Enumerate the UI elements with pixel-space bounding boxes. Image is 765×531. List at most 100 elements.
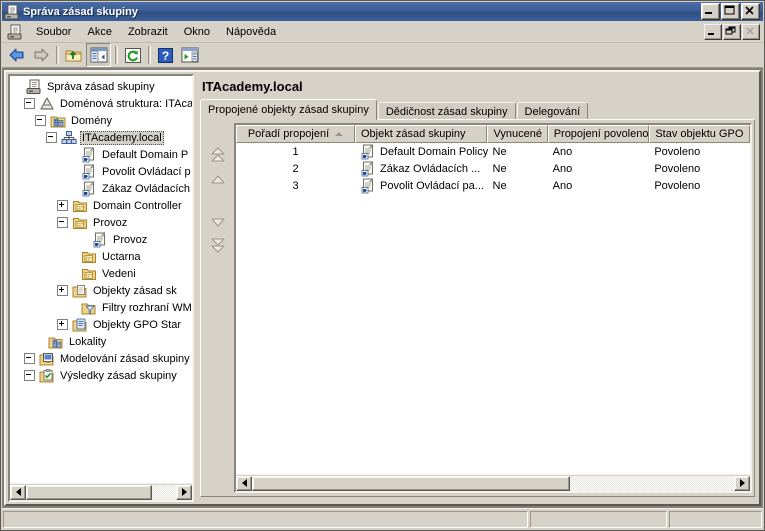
child-minimize-button[interactable] (704, 24, 722, 40)
toolbar-separator (56, 46, 59, 64)
ou-folder-icon (72, 198, 88, 214)
tree-node[interactable]: Povolit Ovládací p (10, 163, 192, 180)
tree-node-label: Vedeni (102, 267, 136, 280)
tree-horizontal-scrollbar[interactable] (10, 483, 192, 500)
linked-gpos-list[interactable]: Pořadí propojení Objekt zásad skupiny Vynu… (234, 123, 752, 493)
tree-node[interactable]: Doménová struktura: ITAcade (10, 95, 192, 112)
column-header[interactable]: Objekt zásad skupiny (355, 125, 488, 143)
table-row[interactable]: 1 Default Domain Policy Ne Ano Povoleno (236, 143, 750, 160)
menu-napoveda[interactable]: Nápověda (218, 24, 284, 40)
move-link-up-button[interactable] (208, 171, 228, 188)
up-one-level-button[interactable] (62, 44, 85, 66)
menu-akce[interactable]: Akce (79, 24, 119, 40)
gpo-link-icon (81, 163, 97, 180)
gpmc-console-icon (7, 24, 23, 40)
list-horizontal-scrollbar[interactable] (236, 474, 750, 491)
tree-scroll-left-button[interactable] (10, 484, 26, 500)
tab-linked-gpos[interactable]: Propojené objekty zásad skupiny (200, 99, 377, 120)
tree-node-label: Lokality (69, 335, 107, 348)
collapse-icon[interactable] (24, 370, 35, 381)
console-tree[interactable]: Správa zásad skupiny Doménová struktura: … (10, 76, 192, 483)
tree-node[interactable]: Objekty zásad sk (10, 282, 192, 299)
tree-node-label: Zákaz Ovládacích (102, 182, 191, 195)
move-link-to-bottom-button[interactable] (208, 237, 228, 254)
move-link-to-top-button[interactable] (208, 147, 228, 164)
collapse-icon[interactable] (24, 353, 35, 364)
tree-node[interactable]: Default Domain P (10, 146, 192, 163)
expand-icon[interactable] (57, 285, 68, 296)
tree-scroll-thumb[interactable] (26, 484, 152, 500)
tree-node-label: Modelování zásad skupiny (60, 352, 190, 365)
cell-link-order-text: 3 (292, 179, 299, 192)
domains-icon (50, 113, 66, 129)
tree-node[interactable]: Modelování zásad skupiny (10, 350, 192, 367)
tree-node[interactable]: Vedeni (10, 265, 192, 282)
tree-node[interactable]: ITAcademy.local (10, 129, 192, 146)
column-header[interactable]: Vynucené (487, 125, 548, 143)
tree-node[interactable]: Filtry rozhraní WM (10, 299, 192, 316)
table-row[interactable]: 2 Zákaz Ovládacích ... Ne Ano Povoleno (236, 160, 750, 177)
column-header-label: Objekt zásad skupiny (361, 128, 466, 140)
cell-enforced: Ne (488, 143, 548, 160)
tree-node[interactable]: Uctarna (10, 248, 192, 265)
tree-node-label: Objekty GPO Star (93, 318, 182, 331)
tree-node[interactable]: Zákaz Ovládacích (10, 180, 192, 197)
collapse-icon[interactable] (35, 115, 46, 126)
child-close-button[interactable] (742, 24, 760, 40)
tree-node[interactable]: Správa zásad skupiny (10, 78, 192, 95)
column-header[interactable]: Propojení povoleno (547, 125, 650, 143)
maximize-button[interactable] (721, 3, 740, 20)
tree-node[interactable]: Lokality (10, 333, 192, 350)
list-scroll-thumb[interactable] (252, 475, 570, 491)
minimize-button[interactable] (701, 3, 720, 20)
collapse-icon[interactable] (24, 98, 35, 109)
expand-icon[interactable] (57, 319, 68, 330)
tree-node[interactable]: Domain Controller (10, 197, 192, 214)
list-scroll-left-button[interactable] (236, 475, 252, 491)
list-scroll-track[interactable] (252, 475, 734, 491)
column-header[interactable]: Pořadí propojení (236, 125, 355, 143)
cell-gpo-status: Povoleno (649, 160, 750, 177)
tree-node[interactable]: Provoz (10, 214, 192, 231)
menu-okno[interactable]: Okno (176, 24, 218, 40)
tree-scroll-track[interactable] (26, 484, 176, 500)
tree-scroll-right-button[interactable] (176, 484, 192, 500)
collapse-icon[interactable] (57, 217, 68, 228)
results-icon (39, 368, 55, 384)
tree-node[interactable]: Domény (10, 112, 192, 129)
child-restore-button[interactable] (723, 24, 741, 40)
cell-gpo-status-text: Povoleno (654, 179, 701, 192)
move-link-down-button[interactable] (208, 213, 228, 230)
collapse-icon[interactable] (46, 132, 57, 143)
gpo-link-icon (81, 180, 97, 197)
cell-link-enabled: Ano (548, 143, 650, 160)
domain-icon (61, 130, 77, 146)
menu-zobrazit[interactable]: Zobrazit (120, 24, 176, 40)
cell-link-order-text: 2 (292, 162, 299, 175)
list-scroll-right-button[interactable] (734, 475, 750, 491)
menu-soubor[interactable]: Soubor (28, 24, 79, 40)
table-row[interactable]: 3 Povolit Ovládací pa... Ne Ano Povoleno (236, 177, 750, 194)
gpo-link-icon (360, 143, 376, 160)
tab-strip: Propojené objekty zásad skupiny Dědičnos… (200, 99, 755, 121)
tree-node-label: Povolit Ovládací p (102, 165, 191, 178)
tree-node[interactable]: Výsledky zásad skupiny (10, 367, 192, 384)
tree-node-label: Domain Controller (93, 199, 182, 212)
tree-node[interactable]: Provoz (10, 231, 192, 248)
close-button[interactable] (741, 3, 760, 20)
title-bar: Správa zásad skupiny (2, 2, 763, 21)
help-button[interactable]: ? (154, 44, 177, 66)
show-hide-tree-button[interactable] (86, 43, 111, 67)
tree-node-label: Provoz (93, 216, 128, 229)
toolbar: ? (2, 43, 763, 68)
refresh-button[interactable] (121, 44, 144, 66)
tree-node-label: ITAcademy.local (80, 130, 164, 145)
cell-gpo-status-text: Povoleno (654, 162, 701, 175)
tree-node[interactable]: Objekty GPO Star (10, 316, 192, 333)
cell-link-enabled-text: Ano (552, 145, 573, 158)
column-header[interactable]: Stav objektu GPO (649, 125, 750, 143)
properties-button[interactable] (178, 44, 201, 66)
expand-icon[interactable] (57, 200, 68, 211)
back-button[interactable] (5, 44, 28, 66)
